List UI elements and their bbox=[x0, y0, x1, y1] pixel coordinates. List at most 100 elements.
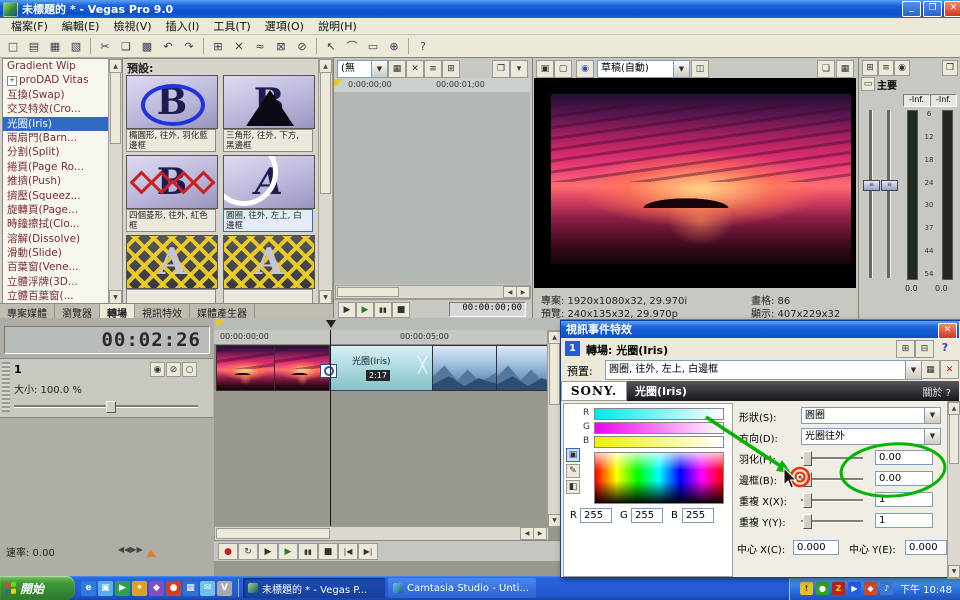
play-button[interactable]: ▶ bbox=[278, 543, 298, 560]
mixer-insert-fx-button[interactable]: ≡ bbox=[878, 60, 894, 76]
save-snapshot-button[interactable]: ▦ bbox=[836, 60, 854, 78]
transition-item[interactable]: 百葉窗(Vene... bbox=[3, 260, 109, 274]
quick-launch-icon[interactable]: ▦ bbox=[183, 581, 198, 596]
transition-item[interactable]: Gradient Wip bbox=[3, 59, 109, 73]
save-preset-button[interactable]: ▦ bbox=[921, 360, 940, 379]
selection-edit-tool-button[interactable]: ▭ bbox=[363, 37, 383, 55]
feather-slider[interactable] bbox=[801, 449, 863, 466]
clip-sunset-thumb[interactable] bbox=[216, 345, 275, 391]
minimize-button[interactable]: _ bbox=[902, 1, 921, 17]
transition-item-selected[interactable]: 光圈(Iris) bbox=[3, 117, 109, 131]
delete-preset-button[interactable]: ✕ bbox=[940, 360, 959, 379]
help-button[interactable]: ? bbox=[937, 340, 953, 356]
menu-view[interactable]: 檢視(V) bbox=[106, 18, 158, 34]
lock-envelopes-button[interactable]: ⊠ bbox=[271, 37, 291, 55]
time-ruler[interactable]: 00:00:00;00 00:00:05;00 bbox=[214, 330, 560, 345]
cut-button[interactable]: ✂ bbox=[95, 37, 115, 55]
trimmer-pause-button[interactable]: ▮▮ bbox=[374, 302, 392, 318]
tray-icon[interactable]: Z bbox=[832, 582, 845, 595]
track-arm-button[interactable]: ◉ bbox=[150, 362, 165, 377]
trimmer-delete-button[interactable]: ✕ bbox=[406, 60, 424, 78]
feather-value-field[interactable] bbox=[875, 450, 933, 465]
menu-insert[interactable]: 插入(I) bbox=[159, 18, 207, 34]
transition-item[interactable]: 立體百葉窗(... bbox=[3, 289, 109, 303]
trimmer-more-button[interactable]: ▾ bbox=[510, 60, 528, 78]
preset-cell[interactable]: B 四個菱形, 往外, 紅色框 bbox=[126, 155, 218, 232]
transition-item[interactable]: 時鐘擦拭(Clo... bbox=[3, 217, 109, 231]
preset-thumbnail-triangle[interactable]: B bbox=[223, 75, 315, 129]
loop-region-marker-icon[interactable] bbox=[216, 320, 224, 328]
copy-button[interactable]: ❏ bbox=[116, 37, 136, 55]
open-project-button[interactable]: ▤ bbox=[24, 37, 44, 55]
red-value-field[interactable] bbox=[580, 508, 612, 523]
track-solo-button[interactable]: ○ bbox=[182, 362, 197, 377]
tray-icon[interactable]: ! bbox=[800, 582, 813, 595]
tray-icon[interactable]: ◆ bbox=[864, 582, 877, 595]
preset-thumbnail-pattern[interactable]: A bbox=[223, 235, 315, 289]
quick-launch-icon[interactable]: V bbox=[217, 581, 232, 596]
quick-launch-icon[interactable]: ✉ bbox=[200, 581, 215, 596]
swatch-button[interactable]: ◧ bbox=[566, 480, 580, 494]
preset-cell[interactable]: B 三角形, 往外, 下方, 黑邊框 bbox=[223, 75, 315, 152]
envelope-edit-tool-button[interactable]: ⌒ bbox=[342, 37, 362, 55]
transition-item[interactable]: 兩扇門(Barn... bbox=[3, 131, 109, 145]
picker-mode-button[interactable]: ▣ bbox=[566, 448, 580, 462]
chevron-down-icon[interactable]: ▼ bbox=[924, 429, 940, 444]
repeat-x-value-field[interactable] bbox=[875, 492, 933, 507]
quick-launch-icon[interactable]: ▶ bbox=[115, 581, 130, 596]
dialog-close-button[interactable]: ✕ bbox=[938, 323, 957, 339]
snapping-button[interactable]: ⊞ bbox=[208, 37, 228, 55]
rate-marker-icon[interactable] bbox=[146, 550, 156, 557]
transition-list-scrollbar[interactable]: ▲ ▼ bbox=[108, 58, 123, 305]
menu-file[interactable]: 檔案(F) bbox=[4, 18, 55, 34]
cursor-handle-icon[interactable] bbox=[326, 320, 336, 328]
preset-dropdown[interactable]: 圓圈, 往外, 左上, 白邊框▼ bbox=[605, 360, 922, 380]
trimmer-save-button[interactable]: ▦ bbox=[388, 60, 406, 78]
project-properties-button[interactable]: ▧ bbox=[66, 37, 86, 55]
slider-handle[interactable] bbox=[106, 401, 116, 413]
task-button-vegas[interactable]: 未標題的 * - Vegas P... bbox=[243, 578, 385, 598]
tab-video-fx[interactable]: 視訊特效 bbox=[135, 304, 190, 319]
transition-item[interactable]: 擠壓(Squeez... bbox=[3, 189, 109, 203]
preview-overlay-button[interactable]: ◉ bbox=[576, 60, 594, 78]
timeline-v-scrollbar[interactable]: ▲ ▼ bbox=[547, 330, 560, 528]
slider-handle[interactable] bbox=[803, 472, 812, 487]
transition-item[interactable]: 溶解(Dissolve) bbox=[3, 232, 109, 246]
trimmer-ruler[interactable]: 0:00:00;00 00:00:01;00 bbox=[334, 78, 530, 93]
transition-properties-icon[interactable] bbox=[320, 364, 337, 378]
chevron-down-icon[interactable]: ▼ bbox=[673, 61, 689, 77]
preset-cell[interactable]: A bbox=[126, 235, 218, 305]
hue-saturation-field[interactable] bbox=[594, 452, 724, 504]
preview-quality-dropdown[interactable]: 草稿(自動)▼ bbox=[597, 60, 690, 78]
trimmer-stop-button[interactable]: ■ bbox=[392, 302, 410, 318]
menu-edit[interactable]: 編輯(E) bbox=[55, 18, 107, 34]
save-project-button[interactable]: ▦ bbox=[45, 37, 65, 55]
transition-item[interactable]: 互換(Swap) bbox=[3, 88, 109, 102]
transition-item[interactable]: 捲頁(Page Ro... bbox=[3, 160, 109, 174]
repeat-y-value-field[interactable] bbox=[875, 513, 933, 528]
quick-launch-icon[interactable]: ▣ bbox=[98, 581, 113, 596]
preview-external-monitor-button[interactable]: ▢ bbox=[554, 60, 572, 78]
chevron-down-icon[interactable]: ▼ bbox=[371, 61, 387, 77]
auto-crossfade-button[interactable]: ✕ bbox=[229, 37, 249, 55]
direction-dropdown[interactable]: 光圈往外▼ bbox=[801, 428, 941, 445]
ignore-grouping-button[interactable]: ⊘ bbox=[292, 37, 312, 55]
task-button-camtasia[interactable]: Camtasia Studio - Unti... bbox=[388, 578, 536, 598]
undo-button[interactable]: ↶ bbox=[158, 37, 178, 55]
go-to-start-button[interactable]: |◀ bbox=[338, 543, 358, 560]
master-fader-left[interactable] bbox=[869, 110, 873, 278]
transition-clip[interactable]: 光圈(Iris) 2:17 ╳ bbox=[329, 345, 434, 391]
remove-plugin-button[interactable]: ⊟ bbox=[915, 340, 934, 358]
dialog-title-bar[interactable]: 視訊事件特效 ✕ bbox=[561, 321, 959, 338]
quick-launch-icon[interactable]: e bbox=[81, 581, 96, 596]
normal-edit-tool-button[interactable]: ↖ bbox=[321, 37, 341, 55]
blue-value-field[interactable] bbox=[682, 508, 714, 523]
mixer-dock-button[interactable]: ❐ bbox=[942, 60, 958, 76]
zoom-edit-tool-button[interactable]: ⊕ bbox=[384, 37, 404, 55]
center-x-value-field[interactable] bbox=[793, 540, 839, 555]
loop-playback-button[interactable]: ↻ bbox=[238, 543, 258, 560]
menu-options[interactable]: 選項(O) bbox=[258, 18, 311, 34]
preset-grid-scrollbar[interactable]: ▲ ▼ bbox=[318, 58, 333, 305]
tab-project-media[interactable]: 專案媒體 bbox=[0, 304, 55, 319]
quick-launch-icon[interactable]: ◆ bbox=[149, 581, 164, 596]
